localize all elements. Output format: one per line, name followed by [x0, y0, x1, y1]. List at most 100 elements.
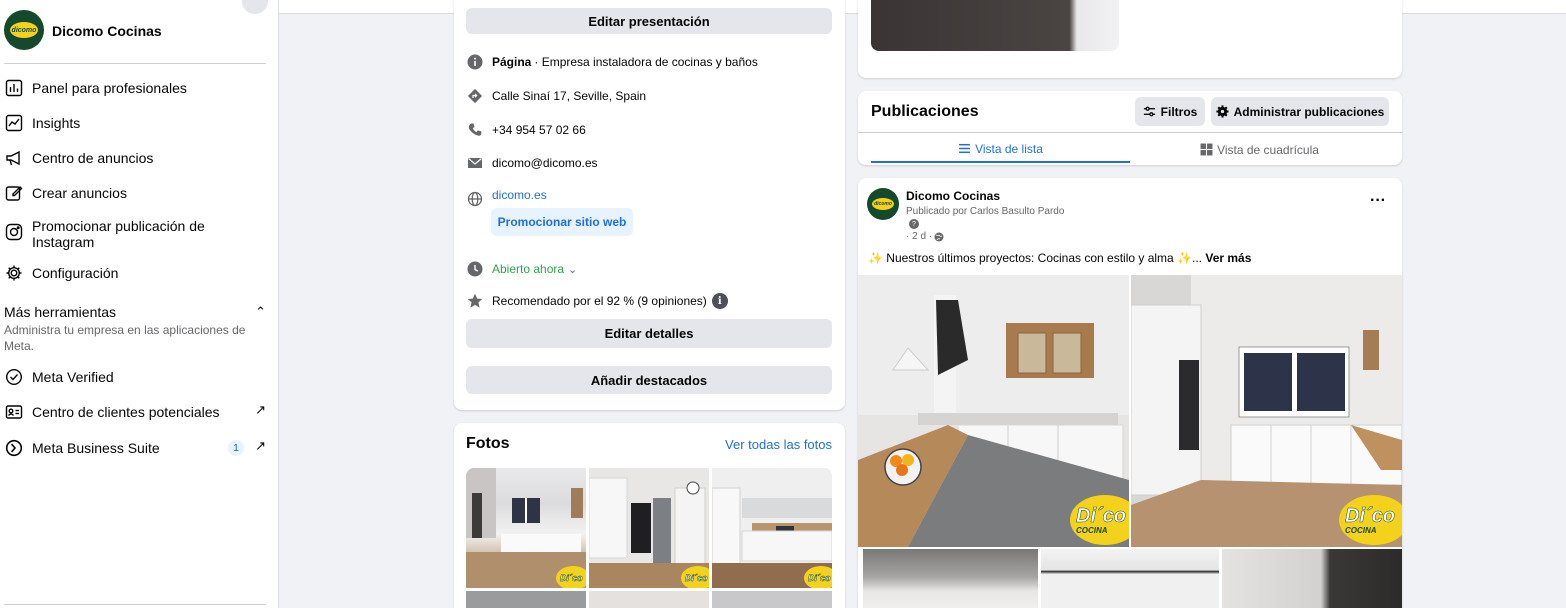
- filters-label: Filtros: [1160, 104, 1198, 119]
- globe-icon: [466, 190, 484, 208]
- publications-card: Publicaciones Filtros Administrar public…: [858, 91, 1402, 165]
- page-avatar[interactable]: dicomo: [4, 10, 44, 50]
- profile-switch-button[interactable]: [242, 0, 268, 14]
- external-link-icon: ↗: [255, 438, 266, 453]
- brand-logo: dicomo: [10, 22, 38, 38]
- post-time-text: · 2 d ·: [906, 231, 933, 242]
- verified-icon: [4, 367, 24, 387]
- email-text[interactable]: dicomo@dicomo.es: [492, 156, 598, 170]
- photo-thumbnail[interactable]: [466, 591, 586, 608]
- insights-icon: [4, 113, 24, 133]
- post-card: dicomo Dicomo Cocinas Publicado por Carl…: [858, 178, 1402, 608]
- photos-title: Fotos: [466, 435, 510, 452]
- sidebar-item-create-ads[interactable]: Crear anuncios: [4, 183, 270, 203]
- email-row: dicomo@dicomo.es: [466, 154, 598, 172]
- sidebar-item-business-suite[interactable]: Meta Business Suite 1 ↗: [4, 438, 270, 458]
- sidebar-item-ads-center[interactable]: Centro de anuncios: [4, 148, 270, 168]
- post-photo[interactable]: [863, 549, 1038, 608]
- sidebar-item-label: Promocionar publicación de Instagram: [32, 218, 205, 250]
- clock-icon: [466, 260, 484, 278]
- post-author-name[interactable]: Dicomo Cocinas: [906, 189, 1000, 203]
- cover-photo-card: [858, 0, 1402, 78]
- sidebar-item-insights[interactable]: Insights: [4, 113, 270, 133]
- filters-icon: [1143, 106, 1155, 117]
- gear-icon: [1216, 105, 1229, 118]
- post-photo[interactable]: [1222, 549, 1402, 608]
- add-featured-button[interactable]: Añadir destacados: [466, 366, 832, 394]
- address-text[interactable]: Calle Sinaí 17, Seville, Spain: [492, 89, 646, 103]
- sidebar-item-label: Crear anuncios: [32, 185, 127, 201]
- directions-icon: [466, 87, 484, 105]
- brand-watermark: Di´co: [556, 566, 586, 588]
- post-photo[interactable]: [1041, 549, 1219, 608]
- grid-icon: [1200, 143, 1213, 156]
- megaphone-icon: [4, 148, 24, 168]
- sidebar-item-label: Panel para profesionales: [32, 80, 187, 96]
- info-icon: [466, 53, 484, 71]
- divider: [858, 132, 1402, 133]
- sidebar-item-label: Centro de clientes potenciales: [32, 404, 220, 420]
- photos-card: Fotos Ver todas las fotos Di´co Di´co Di…: [454, 423, 845, 608]
- website-link[interactable]: dicomo.es: [492, 188, 547, 202]
- edit-details-button[interactable]: Editar detalles: [466, 319, 832, 348]
- intro-card: Editar presentación Página · Empresa ins…: [454, 0, 845, 410]
- publications-title: Publicaciones: [871, 103, 979, 120]
- more-tools-description: Administra tu empresa en las aplicacione…: [4, 323, 246, 353]
- email-icon: [466, 154, 484, 172]
- notification-badge: 1: [228, 440, 244, 456]
- photo-thumbnail[interactable]: [589, 591, 709, 608]
- sidebar-item-leads-center[interactable]: Centro de clientes potenciales ↗: [4, 402, 270, 422]
- post-photo[interactable]: Di´co COCINA: [1131, 275, 1402, 547]
- sidebar-item-label: Insights: [32, 115, 81, 131]
- tab-grid-view[interactable]: Vista de cuadrícula: [1130, 136, 1389, 163]
- page-label: Página: [492, 55, 532, 69]
- post-author-avatar[interactable]: dicomo: [867, 188, 899, 220]
- filters-button[interactable]: Filtros: [1135, 97, 1205, 126]
- post-options-button[interactable]: ···: [1370, 192, 1386, 210]
- promote-website-button[interactable]: Promocionar sitio web: [491, 208, 633, 236]
- post-timestamp[interactable]: · 2 d ·: [906, 231, 944, 242]
- sidebar-item-label: Configuración: [32, 265, 119, 281]
- sidebar-item-settings[interactable]: Configuración: [4, 263, 270, 283]
- info-icon[interactable]: i: [711, 293, 728, 309]
- photo-thumbnail[interactable]: Di´co: [712, 468, 832, 588]
- chevron-up-icon[interactable]: ⌃: [255, 304, 266, 320]
- post-published-by: Publicado por Carlos Basulto Pardo: [906, 206, 1065, 217]
- phone-icon: [466, 121, 484, 139]
- cover-photo[interactable]: [871, 0, 1119, 51]
- more-tools-section[interactable]: Más herramientas ⌃ Administra tu empresa…: [4, 304, 270, 354]
- brand-watermark: Di´co: [681, 566, 709, 588]
- see-all-photos-link[interactable]: Ver todas las fotos: [725, 437, 832, 452]
- tab-label: Vista de lista: [975, 141, 1043, 156]
- hours-row[interactable]: Abierto ahora ⌄: [466, 260, 577, 278]
- photo-thumbnail[interactable]: Di´co: [589, 468, 709, 588]
- page-header[interactable]: dicomo Dicomo Cocinas: [4, 0, 268, 64]
- divider: [4, 604, 266, 605]
- tab-label: Vista de cuadrícula: [1217, 142, 1319, 157]
- brand-logo: dicomo: [872, 198, 894, 210]
- star-icon: [466, 292, 484, 310]
- sidebar-item-promote-instagram[interactable]: Promocionar publicación de Instagram: [4, 216, 270, 250]
- globe-icon: [934, 232, 944, 241]
- sidebar-item-label: Meta Verified: [32, 369, 114, 385]
- sidebar-item-professional-dashboard[interactable]: Panel para profesionales: [4, 78, 270, 98]
- post-text: ✨ Nuestros últimos proyectos: Cocinas co…: [868, 251, 1251, 265]
- brand-watermark: Di´co COCINA: [1339, 495, 1402, 545]
- manage-posts-button[interactable]: Administrar publicaciones: [1211, 97, 1389, 126]
- list-icon: [959, 143, 970, 154]
- page-name[interactable]: Dicomo Cocinas: [52, 23, 162, 39]
- website-row: dicomo.es: [466, 186, 547, 208]
- phone-text[interactable]: +34 954 57 02 66: [492, 123, 586, 137]
- photo-thumbnail[interactable]: [712, 591, 832, 608]
- post-photo[interactable]: Di´co COCINA: [858, 275, 1129, 547]
- edit-presentation-button[interactable]: Editar presentación: [466, 8, 832, 34]
- photo-thumbnail[interactable]: Di´co: [466, 468, 586, 588]
- manage-posts-label: Administrar publicaciones: [1233, 104, 1385, 119]
- sidebar-item-meta-verified[interactable]: Meta Verified: [4, 367, 270, 387]
- sidebar-item-label: Meta Business Suite: [32, 440, 160, 456]
- see-more-link[interactable]: Ver más: [1205, 251, 1251, 265]
- tab-list-view[interactable]: Vista de lista: [871, 136, 1130, 163]
- help-icon[interactable]: ?: [909, 219, 919, 229]
- rating-row: Recomendado por el 92 % (9 opiniones) i: [466, 292, 728, 310]
- instagram-icon: [4, 222, 24, 242]
